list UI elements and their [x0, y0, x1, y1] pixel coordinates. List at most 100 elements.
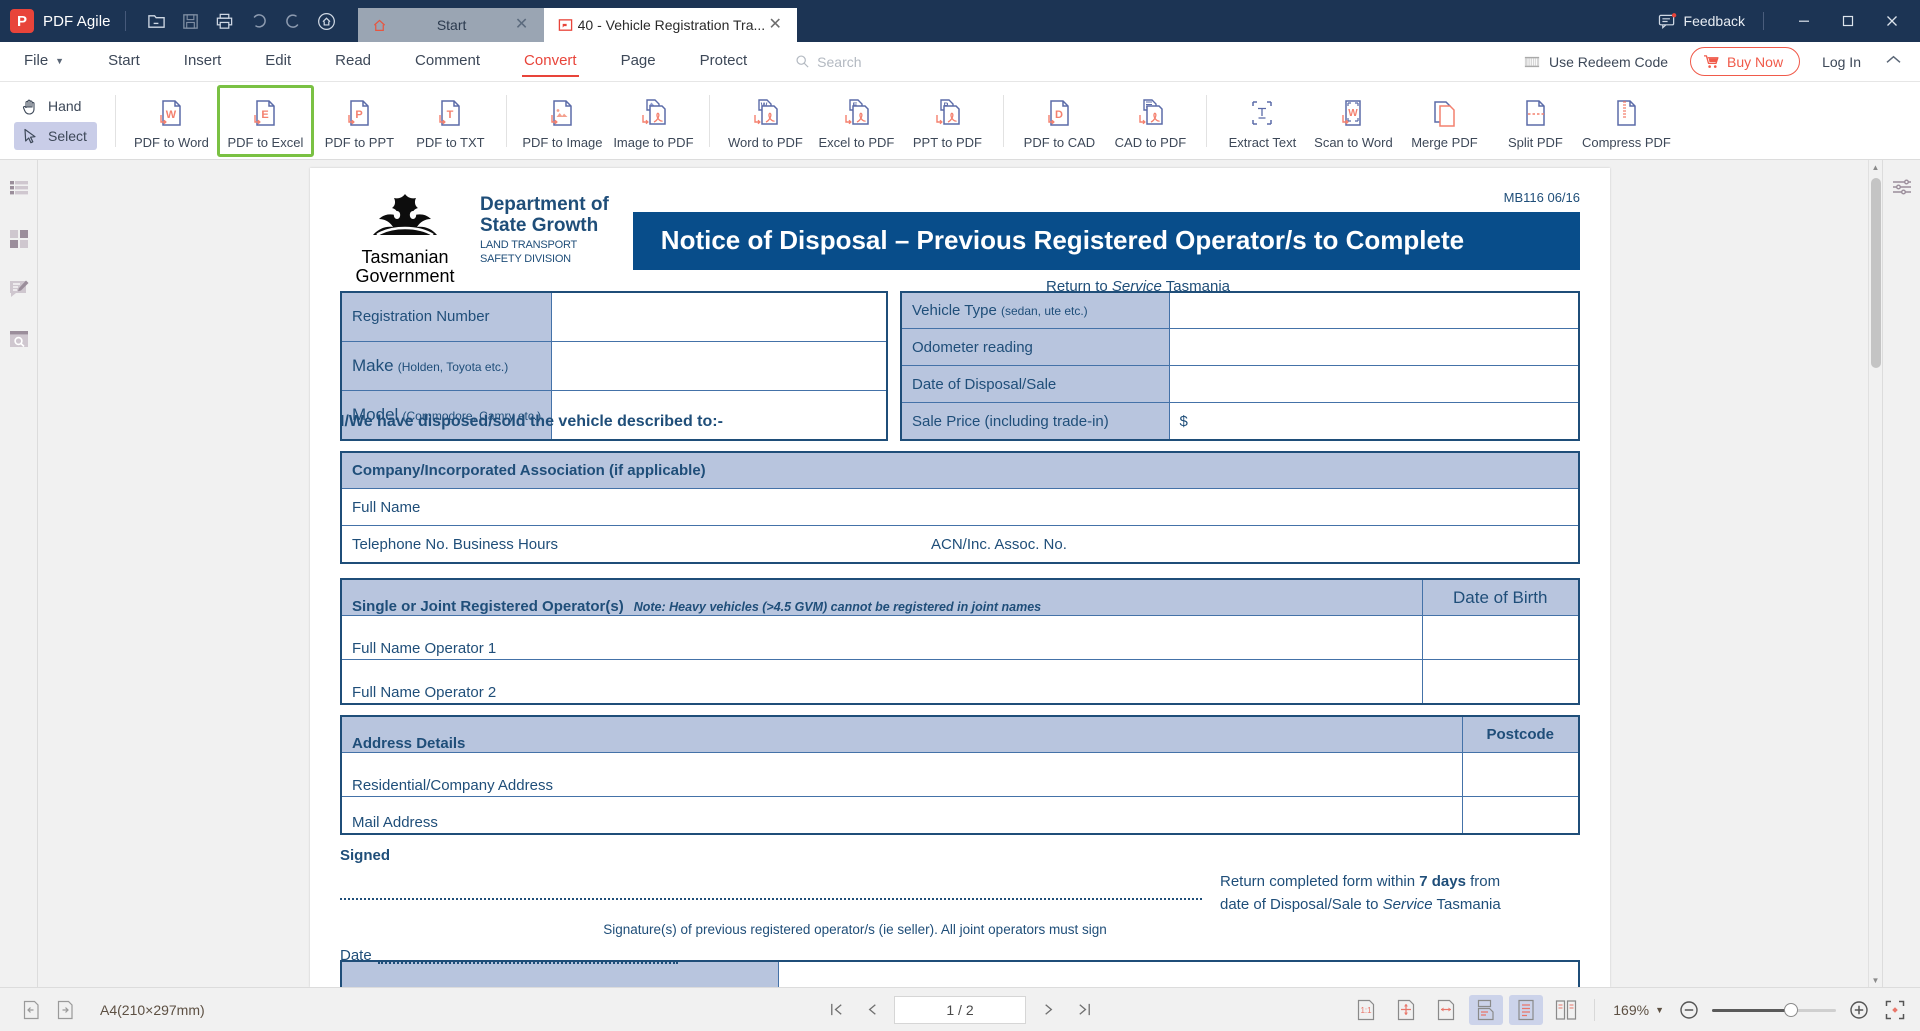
scrollbar-thumb[interactable]	[1870, 178, 1881, 368]
zoom-slider[interactable]	[1712, 1000, 1836, 1020]
settings-sliders-icon[interactable]	[1887, 172, 1917, 202]
mail-address-field[interactable]: Mail Address	[340, 796, 1463, 835]
scan-to-word-button[interactable]: W Scan to Word	[1308, 86, 1399, 156]
page-right-icon[interactable]	[52, 997, 78, 1023]
operator-2-dob-field[interactable]	[1421, 659, 1580, 705]
scroll-up-icon[interactable]: ▲	[1869, 160, 1883, 174]
annotation-edit-icon[interactable]	[4, 274, 34, 304]
scrollbar-track[interactable]	[1869, 174, 1883, 973]
zoom-out-button[interactable]	[1676, 997, 1702, 1023]
menu-item-edit[interactable]: Edit	[265, 52, 291, 71]
minimize-button[interactable]	[1782, 0, 1826, 42]
vehicle-type-field[interactable]	[1168, 291, 1580, 330]
search-panel-icon[interactable]	[4, 324, 34, 354]
compress-pdf-button[interactable]: Compress PDF	[1581, 86, 1672, 156]
collapse-ribbon-icon[interactable]	[1877, 53, 1910, 71]
search-input[interactable]: Search	[795, 54, 862, 70]
previous-page-button[interactable]	[854, 995, 890, 1025]
pdf-viewer[interactable]: MB116 06/16 Tasmanian Government Departm…	[38, 160, 1882, 987]
zoom-level-label[interactable]: 169%	[1613, 1002, 1649, 1018]
actual-size-icon[interactable]: 1:1	[1349, 995, 1383, 1025]
pdf-to-image-button[interactable]: PDF to Image	[517, 86, 608, 156]
right-sidebar	[1882, 160, 1920, 987]
scroll-down-icon[interactable]: ▼	[1869, 973, 1883, 987]
signature-line[interactable]	[340, 870, 1202, 900]
fit-page-icon[interactable]	[1389, 995, 1423, 1025]
zoom-chevron-down-icon[interactable]: ▼	[1655, 1005, 1664, 1015]
first-page-button[interactable]	[818, 995, 854, 1025]
residential-postcode-field[interactable]	[1461, 752, 1580, 798]
undo-icon[interactable]	[242, 6, 276, 36]
pdf-to-ppt-button[interactable]: P PDF to PPT	[314, 86, 405, 156]
company-full-name-label[interactable]: Full Name	[340, 488, 1580, 527]
menu-item-convert[interactable]: Convert	[522, 52, 579, 77]
date-input-line[interactable]	[377, 950, 678, 965]
tab-vehicle-registration-close-icon[interactable]: ✕	[765, 17, 785, 33]
menu-item-start[interactable]: Start	[108, 52, 140, 71]
buy-now-button[interactable]: Buy Now	[1690, 47, 1801, 76]
merge-pdf-button[interactable]: Merge PDF	[1399, 86, 1490, 156]
log-in-button[interactable]: Log In	[1822, 54, 1861, 70]
tab-start[interactable]: Start ✕	[357, 8, 544, 42]
menu-item-insert[interactable]: Insert	[184, 52, 222, 71]
registration-number-field[interactable]	[551, 291, 888, 342]
odometer-field[interactable]	[1168, 328, 1580, 367]
pdf-to-txt-button[interactable]: T PDF to TXT	[405, 86, 496, 156]
zoom-slider-knob[interactable]	[1783, 1002, 1798, 1017]
tab-vehicle-registration[interactable]: 40 - Vehicle Registration Tra... ✕	[543, 8, 798, 42]
close-button[interactable]	[1870, 0, 1914, 42]
single-page-scroll-icon[interactable]	[1469, 994, 1504, 1025]
ppt-to-pdf-button[interactable]: P PPT to PDF	[902, 86, 993, 156]
extract-text-label: Extract Text	[1228, 134, 1297, 150]
redo-icon[interactable]	[276, 6, 310, 36]
page-grid-icon[interactable]	[4, 224, 34, 254]
pdf-to-word-button[interactable]: W PDF to Word	[126, 86, 217, 156]
operator-1-field[interactable]: Full Name Operator 1	[340, 615, 1423, 661]
fit-width-icon[interactable]	[1429, 995, 1463, 1025]
open-file-icon[interactable]	[140, 6, 174, 36]
tab-start-close-icon[interactable]: ✕	[512, 17, 532, 33]
excel-to-pdf-button[interactable]: E Excel to PDF	[811, 86, 902, 156]
thumbnails-list-icon[interactable]	[4, 174, 34, 204]
pdf-to-cad-button[interactable]: D PDF to CAD	[1014, 86, 1105, 156]
sale-price-field[interactable]: $	[1168, 402, 1580, 441]
two-page-view-icon[interactable]	[1549, 995, 1583, 1025]
print-icon[interactable]	[208, 6, 242, 36]
seller-name-field[interactable]	[777, 960, 1580, 987]
menu-item-page[interactable]: Page	[621, 52, 656, 71]
select-tool-button[interactable]: Select	[14, 121, 97, 150]
residential-address-field[interactable]: Residential/Company Address	[340, 752, 1463, 798]
fullscreen-button[interactable]	[1882, 997, 1908, 1023]
zoom-in-button[interactable]	[1846, 997, 1872, 1023]
pdf-to-excel-button[interactable]: E PDF to Excel	[216, 84, 314, 157]
last-page-button[interactable]	[1066, 995, 1102, 1025]
save-icon[interactable]	[174, 6, 208, 36]
operator-2-field[interactable]: Full Name Operator 2	[340, 659, 1423, 705]
company-phone-label[interactable]: Telephone No. Business Hours	[340, 525, 921, 564]
word-to-pdf-button[interactable]: W Word to PDF	[720, 86, 811, 156]
page-left-icon[interactable]	[18, 997, 44, 1023]
image-to-pdf-button[interactable]: Image to PDF	[608, 86, 699, 156]
make-field[interactable]	[551, 340, 888, 391]
cad-to-pdf-button[interactable]: CAD to PDF	[1105, 86, 1196, 156]
feedback-button[interactable]: Feedback	[1658, 12, 1745, 30]
mail-postcode-field[interactable]	[1461, 796, 1580, 835]
menu-item-read[interactable]: Read	[335, 52, 371, 71]
menu-item-comment[interactable]: Comment	[415, 52, 480, 71]
vertical-scrollbar[interactable]: ▲ ▼	[1868, 160, 1882, 987]
menu-item-protect[interactable]: Protect	[700, 52, 748, 71]
next-page-button[interactable]	[1030, 995, 1066, 1025]
date-of-disposal-field[interactable]	[1168, 365, 1580, 404]
split-pdf-button[interactable]: Split PDF	[1490, 86, 1581, 156]
operator-1-dob-field[interactable]	[1421, 615, 1580, 661]
use-redeem-code-button[interactable]: Use Redeem Code	[1523, 54, 1668, 70]
menu-item-file[interactable]: File ▼	[24, 52, 64, 71]
table-row: Address Details Postcode	[340, 715, 1580, 754]
continuous-scroll-icon[interactable]	[1509, 994, 1544, 1025]
page-number-input[interactable]: 1 / 2	[894, 995, 1026, 1024]
company-acn-label[interactable]: ACN/Inc. Assoc. No.	[921, 525, 1580, 564]
hand-tool-button[interactable]: Hand	[14, 92, 97, 120]
maximize-button[interactable]	[1826, 0, 1870, 42]
extract-text-button[interactable]: Extract Text	[1217, 86, 1308, 156]
home-icon[interactable]	[310, 6, 344, 36]
